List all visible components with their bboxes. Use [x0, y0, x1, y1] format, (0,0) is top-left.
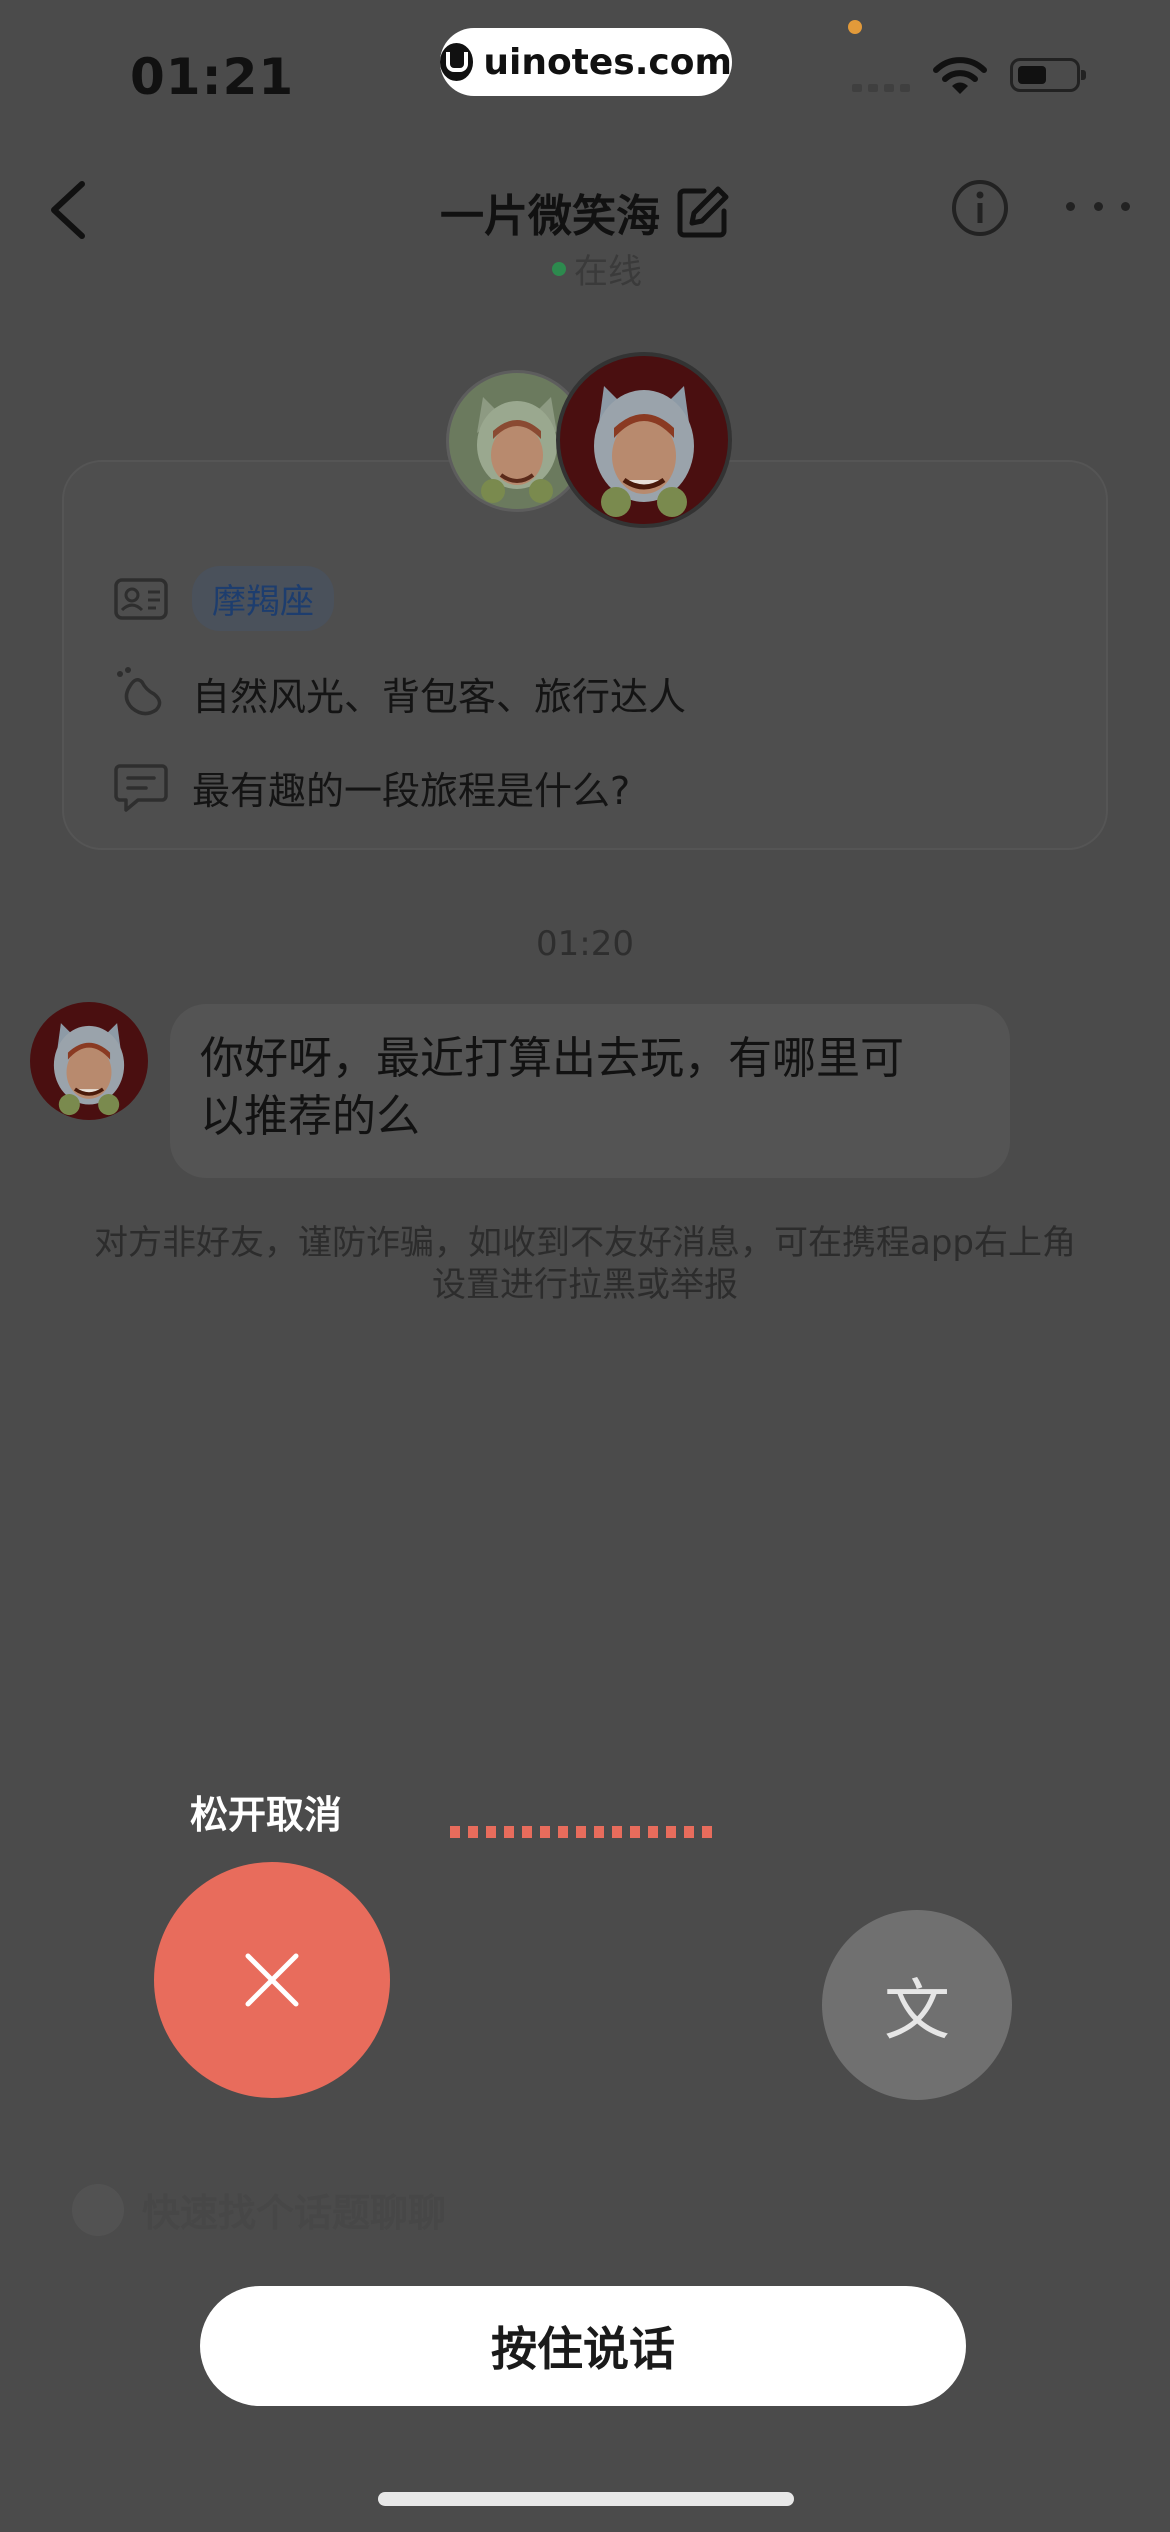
message-timestamp: 01:20 — [536, 924, 634, 964]
id-card-icon — [114, 577, 168, 620]
watermark-badge: uinotes.com — [440, 28, 732, 96]
notice-line-1: 对方非好友，谨防诈骗，如收到不友好消息，可在携程app右上角 — [94, 1223, 1076, 1263]
icebreaker-question[interactable]: 最有趣的一段旅程是什么? — [192, 760, 630, 815]
edit-icon[interactable] — [674, 183, 732, 241]
signal-icon — [852, 84, 910, 92]
zodiac-tag: 摩羯座 — [192, 566, 334, 631]
online-status: 在线 — [552, 244, 642, 293]
home-indicator[interactable] — [378, 2492, 794, 2506]
quick-topic-suggestion[interactable]: 快速找个话题聊聊 — [72, 2182, 446, 2237]
more-icon[interactable] — [1066, 196, 1130, 216]
interests-row: 自然风光、背包客、旅行达人 — [112, 664, 686, 722]
message-line-1: 你好呀，最近打算出去玩，有哪里可 — [200, 1033, 904, 1084]
chat-title: 一片微笑海 — [440, 191, 660, 242]
match-avatars — [446, 352, 732, 528]
privacy-indicator-icon — [848, 20, 862, 34]
zodiac-row: 摩羯座 — [112, 566, 334, 631]
hold-to-talk-button[interactable]: 按住说话 — [200, 2286, 966, 2406]
topic-icon — [72, 2183, 124, 2236]
uinotes-logo-icon — [440, 43, 474, 81]
convert-to-text-button[interactable]: 文 — [822, 1910, 1012, 2100]
wifi-icon — [933, 57, 987, 94]
release-to-cancel-label: 松开取消 — [190, 1793, 343, 1837]
info-icon[interactable] — [950, 178, 1010, 238]
back-icon[interactable] — [40, 170, 100, 250]
battery-icon — [1010, 58, 1086, 92]
online-dot-icon — [552, 261, 566, 276]
chat-bubble-icon — [114, 764, 168, 812]
status-time: 01:21 — [130, 48, 295, 106]
footprint-icon — [117, 667, 162, 716]
chat-screen: 01:21 uinotes.com 一片微笑海 在线 摩羯座 自然风光、背包客、… — [0, 0, 1170, 2532]
quick-topic-text: 快速找个话题聊聊 — [142, 2191, 447, 2235]
partner-avatar — [556, 352, 732, 528]
cancel-recording-button[interactable] — [154, 1862, 390, 2098]
message-bubble[interactable]: 你好呀，最近打算出去玩，有哪里可 以推荐的么 — [170, 1004, 1010, 1178]
safety-notice: 对方非好友，谨防诈骗，如收到不友好消息，可在携程app右上角 设置进行拉黑或举报 — [20, 1222, 1150, 1306]
message-line-2: 以推荐的么 — [200, 1091, 420, 1142]
interests-text: 自然风光、背包客、旅行达人 — [192, 674, 687, 719]
sender-avatar[interactable] — [30, 1002, 148, 1120]
close-icon — [245, 1953, 299, 2007]
chat-title-row: 一片微笑海 — [440, 180, 732, 244]
voice-waveform — [450, 1826, 720, 1838]
question-row: 最有趣的一段旅程是什么? — [112, 758, 630, 816]
online-status-text: 在线 — [574, 252, 642, 292]
notice-line-2: 设置进行拉黑或举报 — [432, 1265, 738, 1305]
watermark-text: uinotes.com — [483, 41, 732, 83]
